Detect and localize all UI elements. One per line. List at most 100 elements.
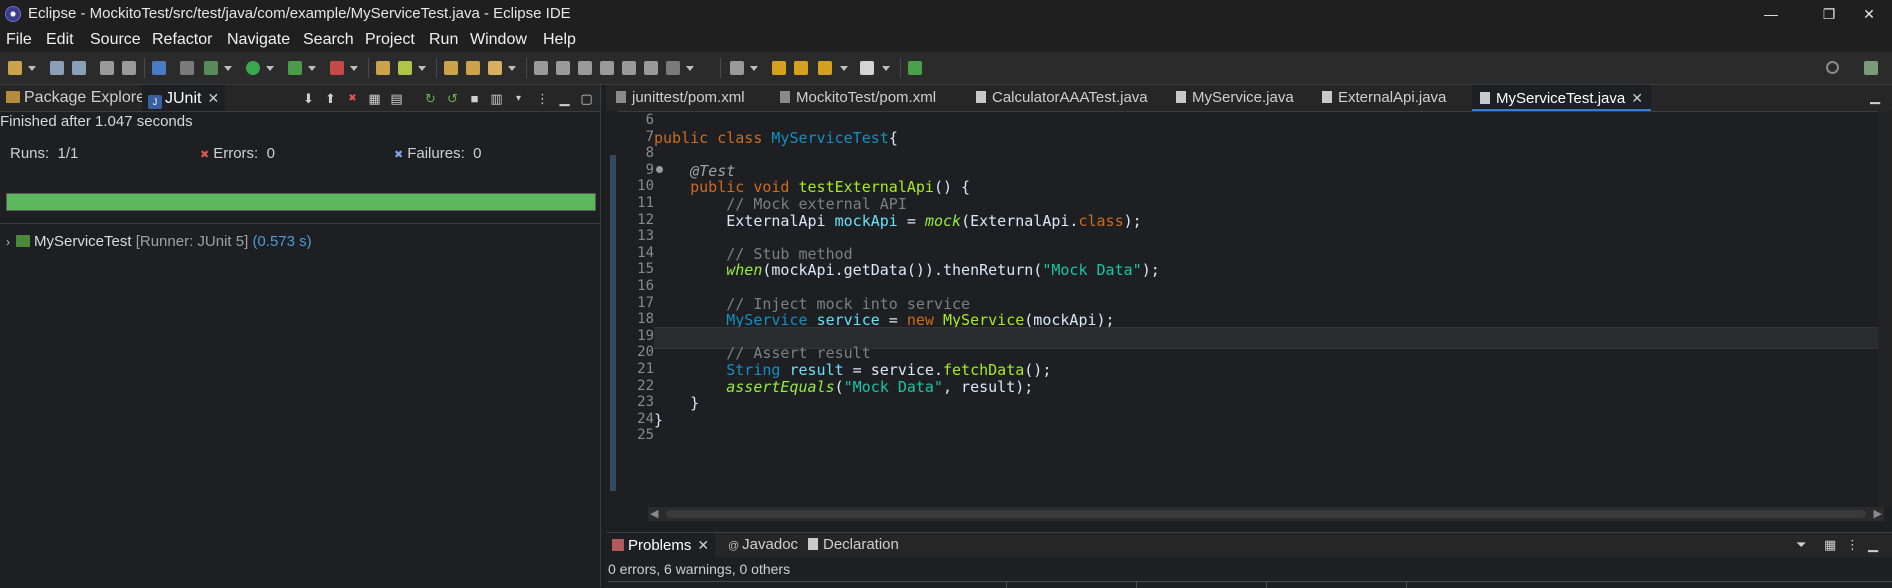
pin-dropdown-icon[interactable] (750, 66, 758, 71)
back-icon[interactable] (818, 61, 832, 75)
menu-search[interactable]: Search (303, 31, 354, 49)
horizontal-scrollbar[interactable]: ◀ ▶ (648, 507, 1884, 521)
editor-tab-externalapi[interactable]: ExternalApi.java (1322, 85, 1446, 111)
filter-icon[interactable]: ⏷ (1796, 537, 1806, 553)
chevron-right-icon[interactable]: › (6, 235, 10, 249)
editor-tab-myservice[interactable]: MyService.java (1176, 85, 1294, 111)
search-icon[interactable] (1826, 61, 1839, 74)
new-dropdown-icon[interactable] (28, 66, 36, 71)
rerun-failed-first-icon[interactable]: ↺ (446, 92, 459, 105)
code-line[interactable]: String result = service.fetchData(); (654, 361, 1051, 379)
maximize-view-icon[interactable]: ▢ (580, 92, 593, 105)
forward-dropdown-icon[interactable] (882, 66, 890, 71)
open-perspective-icon[interactable] (908, 61, 922, 75)
menu-window[interactable]: Window (470, 31, 527, 49)
annotation-dropdown-icon[interactable] (686, 66, 694, 71)
toggle-block-icon[interactable] (556, 61, 570, 75)
external-tools-icon[interactable] (330, 61, 344, 75)
menu-run[interactable]: Run (429, 31, 458, 49)
menu-source[interactable]: Source (90, 31, 141, 49)
history-dropdown-icon[interactable]: ▾ (512, 92, 525, 105)
toggle-mark-icon[interactable] (534, 61, 548, 75)
scrollbar-thumb[interactable] (666, 510, 1866, 518)
code-area[interactable]: public class MyServiceTest{ @Test public… (654, 111, 1890, 511)
minimize-view-icon[interactable]: ▁ (558, 92, 571, 105)
new-java-project-icon[interactable] (376, 61, 390, 75)
code-line[interactable]: // Assert result (654, 344, 871, 362)
run-dropdown-icon[interactable] (266, 66, 274, 71)
show-skipped-icon[interactable]: ▦ (368, 92, 381, 105)
close-tab-icon[interactable]: ✕ (697, 533, 709, 557)
minimize-button[interactable]: — (1748, 2, 1794, 26)
debug-dropdown-icon[interactable] (224, 66, 232, 71)
search-toolbar-icon[interactable] (488, 61, 502, 75)
code-line[interactable]: public void testExternalApi() { (654, 178, 970, 196)
minimize-view-icon[interactable]: ▁ (1868, 537, 1878, 553)
tab-problems[interactable]: Problems ✕ (606, 533, 716, 557)
next-edit-icon[interactable] (794, 61, 808, 75)
vertical-scrollbar[interactable] (1878, 111, 1892, 507)
show-failures-only-icon[interactable]: ✖ (346, 92, 359, 105)
view-menu-icon[interactable]: ⋮ (1846, 537, 1859, 553)
tab-javadoc[interactable]: @ Javadoc (728, 533, 798, 557)
show-whitespace-icon[interactable] (578, 61, 592, 75)
code-line[interactable]: when(mockApi.getData()).thenReturn("Mock… (654, 261, 1160, 279)
editor-tab-myservicetest[interactable]: MyServiceTest.java ✕ (1472, 85, 1651, 111)
scroll-left-icon[interactable]: ◀ (650, 507, 658, 521)
new-java-class-icon[interactable] (398, 61, 412, 75)
back-dropdown-icon[interactable] (840, 66, 848, 71)
new-class-dropdown-icon[interactable] (418, 66, 426, 71)
close-tab-icon[interactable]: ✕ (207, 85, 219, 111)
pilcrow-icon[interactable] (644, 61, 658, 75)
code-line[interactable]: } (654, 394, 699, 412)
redo-icon[interactable] (122, 61, 136, 75)
forward-icon[interactable] (860, 61, 874, 75)
minimize-editor-icon[interactable]: ▁ (1870, 89, 1880, 105)
close-window-button[interactable]: ✕ (1846, 2, 1892, 26)
tab-package-explorer[interactable]: Package Explorer (6, 85, 150, 111)
pin-icon[interactable] (730, 61, 744, 75)
code-line[interactable]: @Test (654, 162, 735, 180)
menu-project[interactable]: Project (365, 31, 415, 49)
external-tools-dropdown-icon[interactable] (350, 66, 358, 71)
menu-file[interactable]: File (6, 31, 32, 49)
last-edit-icon[interactable] (772, 61, 786, 75)
debug-icon[interactable] (204, 61, 218, 75)
code-line[interactable]: ExternalApi mockApi = mock(ExternalApi.c… (654, 212, 1141, 230)
skip-breakpoints-icon[interactable] (180, 61, 194, 75)
undo-icon[interactable] (100, 61, 114, 75)
editor-tab-junittest-pom[interactable]: junittest/pom.xml (616, 85, 745, 111)
rerun-test-icon[interactable]: ↻ (424, 92, 437, 105)
test-tree-item[interactable]: › MyServiceTest [Runner: JUnit 5] (0.573 … (6, 233, 312, 250)
annotation-icon[interactable] (666, 61, 680, 75)
save-all-icon[interactable] (72, 61, 86, 75)
run-icon[interactable] (246, 61, 260, 75)
search-dropdown-icon[interactable] (508, 66, 516, 71)
new-icon[interactable] (8, 61, 22, 75)
code-line[interactable]: assertEquals("Mock Data", result); (654, 378, 1033, 396)
coverage-icon[interactable] (288, 61, 302, 75)
editor-tab-calculatoraaatest[interactable]: CalculatorAAATest.java (976, 85, 1148, 111)
previous-annotation-icon[interactable] (622, 61, 636, 75)
save-icon[interactable] (50, 61, 64, 75)
open-type-icon[interactable] (444, 61, 458, 75)
open-task-icon[interactable] (466, 61, 480, 75)
code-line[interactable]: // Inject mock into service (654, 295, 970, 313)
view-options-icon[interactable]: ▦ (1824, 537, 1836, 553)
next-failure-icon[interactable]: ⬇ (302, 92, 315, 105)
java-perspective-icon[interactable] (1864, 61, 1878, 75)
editor-tab-mockitotest-pom[interactable]: MockitoTest/pom.xml (780, 85, 936, 111)
code-line[interactable]: public class MyServiceTest{ (654, 129, 898, 147)
close-tab-icon[interactable]: ✕ (1631, 85, 1643, 111)
tab-declaration[interactable]: Declaration (808, 533, 899, 557)
next-annotation-icon[interactable] (600, 61, 614, 75)
previous-failure-icon[interactable]: ⬆ (324, 92, 337, 105)
tab-junit[interactable]: J JUnit ✕ (142, 85, 226, 111)
code-line[interactable]: } (654, 411, 663, 429)
terminal-icon[interactable] (152, 61, 166, 75)
menu-navigate[interactable]: Navigate (227, 31, 290, 49)
code-line[interactable]: // Mock external API (654, 195, 907, 213)
scroll-lock-icon[interactable]: ▤ (390, 92, 403, 105)
menu-help[interactable]: Help (543, 31, 576, 49)
stop-icon[interactable]: ■ (468, 92, 481, 105)
